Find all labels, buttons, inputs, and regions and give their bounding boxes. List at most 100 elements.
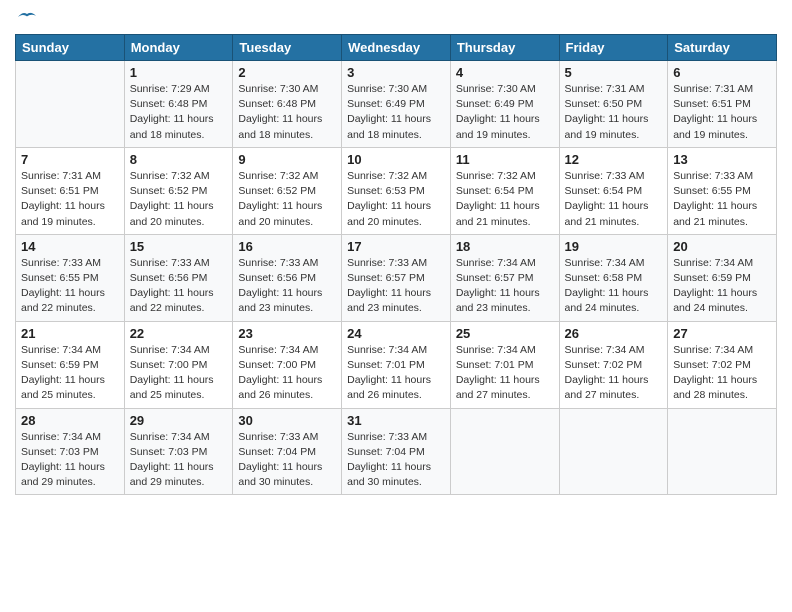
day-info: Sunrise: 7:33 AM Sunset: 6:54 PM Dayligh…: [565, 169, 663, 230]
day-number: 4: [456, 65, 554, 80]
calendar-week-row: 1 Sunrise: 7:29 AM Sunset: 6:48 PM Daylig…: [16, 61, 777, 148]
day-info: Sunrise: 7:34 AM Sunset: 6:58 PM Dayligh…: [565, 256, 663, 317]
day-number: 20: [673, 239, 771, 254]
calendar-body: 1 Sunrise: 7:29 AM Sunset: 6:48 PM Daylig…: [16, 61, 777, 495]
day-info: Sunrise: 7:34 AM Sunset: 7:01 PM Dayligh…: [456, 343, 554, 404]
calendar-cell: 12 Sunrise: 7:33 AM Sunset: 6:54 PM Dayli…: [559, 147, 668, 234]
calendar-cell: 1 Sunrise: 7:29 AM Sunset: 6:48 PM Daylig…: [124, 61, 233, 148]
weekday-header: Tuesday: [233, 35, 342, 61]
day-number: 3: [347, 65, 445, 80]
calendar-cell: 21Sunrise: 7:34 AM Sunset: 6:59 PM Dayli…: [16, 321, 125, 408]
calendar-cell: 4 Sunrise: 7:30 AM Sunset: 6:49 PM Daylig…: [450, 61, 559, 148]
weekday-header: Monday: [124, 35, 233, 61]
day-number: 10: [347, 152, 445, 167]
day-info: Sunrise: 7:30 AM Sunset: 6:48 PM Dayligh…: [238, 82, 336, 143]
day-number: 14: [21, 239, 119, 254]
day-info: Sunrise: 7:34 AM Sunset: 6:57 PM Dayligh…: [456, 256, 554, 317]
calendar-cell: 23Sunrise: 7:34 AM Sunset: 7:00 PM Dayli…: [233, 321, 342, 408]
weekday-header: Sunday: [16, 35, 125, 61]
day-number: 24: [347, 326, 445, 341]
calendar-cell: 7 Sunrise: 7:31 AM Sunset: 6:51 PM Daylig…: [16, 147, 125, 234]
day-info: Sunrise: 7:33 AM Sunset: 6:55 PM Dayligh…: [673, 169, 771, 230]
day-info: Sunrise: 7:34 AM Sunset: 7:01 PM Dayligh…: [347, 343, 445, 404]
day-number: 9: [238, 152, 336, 167]
day-info: Sunrise: 7:34 AM Sunset: 6:59 PM Dayligh…: [673, 256, 771, 317]
day-info: Sunrise: 7:32 AM Sunset: 6:54 PM Dayligh…: [456, 169, 554, 230]
calendar-cell: 8 Sunrise: 7:32 AM Sunset: 6:52 PM Daylig…: [124, 147, 233, 234]
day-number: 26: [565, 326, 663, 341]
day-number: 5: [565, 65, 663, 80]
day-info: Sunrise: 7:33 AM Sunset: 6:57 PM Dayligh…: [347, 256, 445, 317]
day-info: Sunrise: 7:32 AM Sunset: 6:52 PM Dayligh…: [238, 169, 336, 230]
calendar-table: SundayMondayTuesdayWednesdayThursdayFrid…: [15, 34, 777, 495]
day-info: Sunrise: 7:34 AM Sunset: 7:02 PM Dayligh…: [565, 343, 663, 404]
day-info: Sunrise: 7:33 AM Sunset: 6:56 PM Dayligh…: [130, 256, 228, 317]
calendar-cell: 16 Sunrise: 7:33 AM Sunset: 6:56 PM Dayli…: [233, 234, 342, 321]
calendar-week-row: 7 Sunrise: 7:31 AM Sunset: 6:51 PM Daylig…: [16, 147, 777, 234]
calendar-cell: [668, 408, 777, 495]
calendar-cell: 14 Sunrise: 7:33 AM Sunset: 6:55 PM Dayli…: [16, 234, 125, 321]
weekday-header: Friday: [559, 35, 668, 61]
day-number: 18: [456, 239, 554, 254]
day-number: 1: [130, 65, 228, 80]
calendar-week-row: 28 Sunrise: 7:34 AM Sunset: 7:03 PM Dayli…: [16, 408, 777, 495]
day-info: Sunrise: 7:32 AM Sunset: 6:53 PM Dayligh…: [347, 169, 445, 230]
day-number: 19: [565, 239, 663, 254]
day-number: 13: [673, 152, 771, 167]
calendar-cell: 11 Sunrise: 7:32 AM Sunset: 6:54 PM Dayli…: [450, 147, 559, 234]
day-number: 28: [21, 413, 119, 428]
day-info: Sunrise: 7:31 AM Sunset: 6:50 PM Dayligh…: [565, 82, 663, 143]
calendar-cell: 17 Sunrise: 7:33 AM Sunset: 6:57 PM Dayli…: [342, 234, 451, 321]
day-number: 27: [673, 326, 771, 341]
calendar-cell: 20 Sunrise: 7:34 AM Sunset: 6:59 PM Dayli…: [668, 234, 777, 321]
day-number: 15: [130, 239, 228, 254]
calendar-cell: 10 Sunrise: 7:32 AM Sunset: 6:53 PM Dayli…: [342, 147, 451, 234]
calendar-cell: 30 Sunrise: 7:33 AM Sunset: 7:04 PM Dayli…: [233, 408, 342, 495]
day-number: 23: [238, 326, 336, 341]
calendar-cell: 6 Sunrise: 7:31 AM Sunset: 6:51 PM Daylig…: [668, 61, 777, 148]
day-info: Sunrise: 7:33 AM Sunset: 7:04 PM Dayligh…: [238, 430, 336, 491]
day-number: 29: [130, 413, 228, 428]
day-info: Sunrise: 7:33 AM Sunset: 7:04 PM Dayligh…: [347, 430, 445, 491]
calendar-cell: 31Sunrise: 7:33 AM Sunset: 7:04 PM Dayli…: [342, 408, 451, 495]
calendar-cell: 15 Sunrise: 7:33 AM Sunset: 6:56 PM Dayli…: [124, 234, 233, 321]
day-info: Sunrise: 7:31 AM Sunset: 6:51 PM Dayligh…: [21, 169, 119, 230]
calendar-week-row: 21Sunrise: 7:34 AM Sunset: 6:59 PM Dayli…: [16, 321, 777, 408]
calendar-cell: 29 Sunrise: 7:34 AM Sunset: 7:03 PM Dayli…: [124, 408, 233, 495]
calendar-cell: [559, 408, 668, 495]
day-info: Sunrise: 7:34 AM Sunset: 7:03 PM Dayligh…: [130, 430, 228, 491]
day-info: Sunrise: 7:32 AM Sunset: 6:52 PM Dayligh…: [130, 169, 228, 230]
calendar-cell: 24 Sunrise: 7:34 AM Sunset: 7:01 PM Dayli…: [342, 321, 451, 408]
day-number: 6: [673, 65, 771, 80]
day-number: 2: [238, 65, 336, 80]
day-number: 12: [565, 152, 663, 167]
calendar-cell: 19 Sunrise: 7:34 AM Sunset: 6:58 PM Dayli…: [559, 234, 668, 321]
day-info: Sunrise: 7:31 AM Sunset: 6:51 PM Dayligh…: [673, 82, 771, 143]
calendar-cell: 26 Sunrise: 7:34 AM Sunset: 7:02 PM Dayli…: [559, 321, 668, 408]
day-number: 17: [347, 239, 445, 254]
day-number: 21: [21, 326, 119, 341]
page-header: [15, 15, 777, 24]
day-number: 7: [21, 152, 119, 167]
calendar-cell: 2 Sunrise: 7:30 AM Sunset: 6:48 PM Daylig…: [233, 61, 342, 148]
calendar-cell: 25Sunrise: 7:34 AM Sunset: 7:01 PM Dayli…: [450, 321, 559, 408]
day-info: Sunrise: 7:29 AM Sunset: 6:48 PM Dayligh…: [130, 82, 228, 143]
weekday-header: Wednesday: [342, 35, 451, 61]
day-number: 16: [238, 239, 336, 254]
day-info: Sunrise: 7:33 AM Sunset: 6:55 PM Dayligh…: [21, 256, 119, 317]
calendar-cell: [16, 61, 125, 148]
weekday-header: Thursday: [450, 35, 559, 61]
day-info: Sunrise: 7:34 AM Sunset: 7:00 PM Dayligh…: [130, 343, 228, 404]
day-number: 11: [456, 152, 554, 167]
day-number: 30: [238, 413, 336, 428]
calendar-cell: 3Sunrise: 7:30 AM Sunset: 6:49 PM Daylig…: [342, 61, 451, 148]
calendar-week-row: 14 Sunrise: 7:33 AM Sunset: 6:55 PM Dayli…: [16, 234, 777, 321]
logo: [15, 15, 36, 24]
day-info: Sunrise: 7:30 AM Sunset: 6:49 PM Dayligh…: [456, 82, 554, 143]
day-info: Sunrise: 7:34 AM Sunset: 7:02 PM Dayligh…: [673, 343, 771, 404]
day-number: 8: [130, 152, 228, 167]
calendar-cell: 27 Sunrise: 7:34 AM Sunset: 7:02 PM Dayli…: [668, 321, 777, 408]
calendar-header: SundayMondayTuesdayWednesdayThursdayFrid…: [16, 35, 777, 61]
day-info: Sunrise: 7:33 AM Sunset: 6:56 PM Dayligh…: [238, 256, 336, 317]
calendar-cell: [450, 408, 559, 495]
